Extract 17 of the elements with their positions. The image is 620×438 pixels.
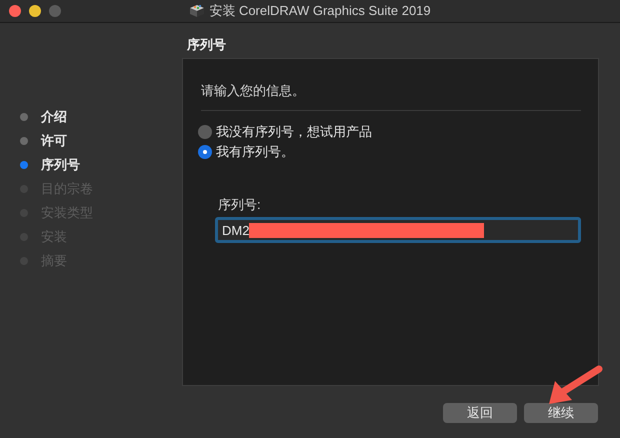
- minimize-button[interactable]: [29, 5, 41, 17]
- radio-button[interactable]: [198, 125, 212, 139]
- close-button[interactable]: [9, 5, 21, 17]
- step-label: 序列号: [41, 156, 80, 174]
- continue-button[interactable]: 继续: [524, 403, 598, 423]
- step-label: 介绍: [41, 108, 67, 126]
- radio-button[interactable]: [198, 145, 212, 159]
- window-title: 安装 CorelDRAW Graphics Suite 2019: [209, 2, 431, 20]
- prompt-text: 请输入您的信息。: [201, 82, 306, 100]
- step-label: 许可: [41, 132, 67, 150]
- field-label: 序列号:: [218, 196, 262, 214]
- box-icon: [189, 4, 206, 18]
- radio-label[interactable]: 我没有序列号，想试用产品: [216, 123, 372, 141]
- back-button[interactable]: 返回: [443, 403, 517, 423]
- radio-label[interactable]: 我有序列号。: [216, 143, 294, 161]
- serial-input-field[interactable]: DM2: [215, 217, 581, 243]
- page-title: 序列号: [186, 36, 227, 54]
